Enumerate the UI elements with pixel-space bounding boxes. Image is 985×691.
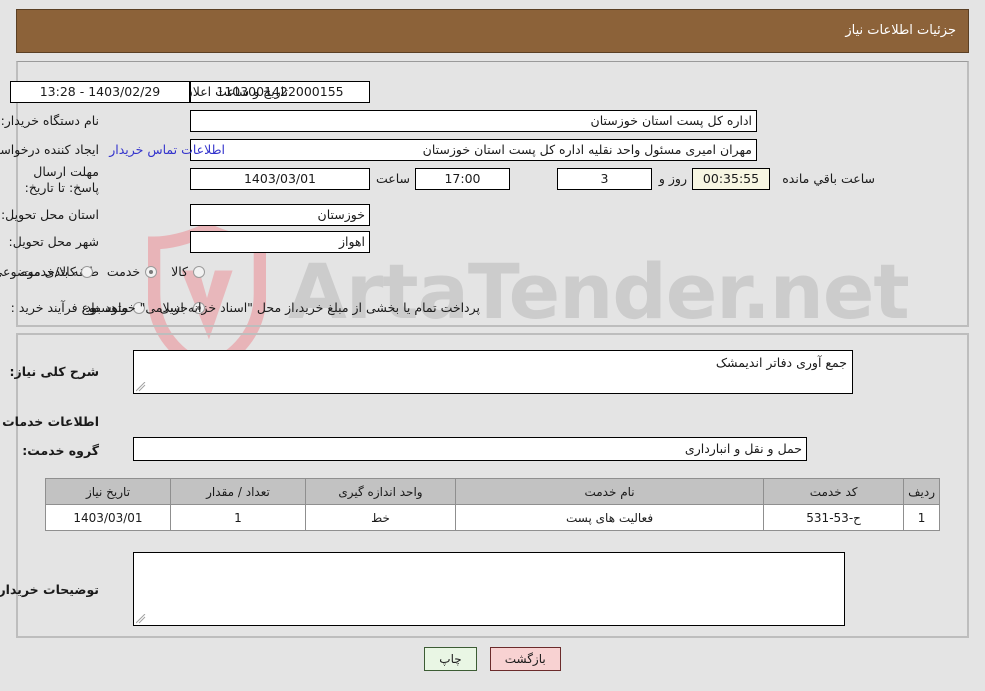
category-radio-group[interactable]: کالا خدمت کالا/خدمت xyxy=(7,261,205,280)
general-desc-value: جمع آوری دفاتر اندیمشک xyxy=(715,355,847,370)
cell-service-name: فعالیت های پست xyxy=(454,504,765,531)
general-desc-textarea[interactable]: جمع آوری دفاتر اندیمشک xyxy=(133,350,853,394)
cell-row: 1 xyxy=(903,504,940,531)
buyer-notes-textarea[interactable] xyxy=(133,552,845,626)
cell-quantity: 1 xyxy=(170,504,306,531)
category-option-0[interactable]: کالا xyxy=(171,264,205,279)
service-group-value: حمل و نقل و انبارداری xyxy=(133,437,807,461)
back-button[interactable]: بازگشت xyxy=(489,647,561,671)
deadline-hour-value: 17:00 xyxy=(415,168,510,190)
category-radio-0[interactable] xyxy=(193,265,205,278)
resize-grip-icon[interactable] xyxy=(136,382,146,392)
th-row: ردیف xyxy=(903,478,940,505)
category-option-2[interactable]: کالا/خدمت xyxy=(21,264,93,279)
category-option-1[interactable]: خدمت xyxy=(106,264,158,279)
services-table: ردیف کد خدمت نام خدمت واحد اندازه گیری ت… xyxy=(45,478,940,531)
remaining-days-label: روز و xyxy=(658,171,687,186)
print-button[interactable]: چاپ xyxy=(424,647,477,671)
remaining-days-value: 3 xyxy=(557,168,652,190)
category-radio-1-selected[interactable] xyxy=(145,265,158,278)
cell-service-code: ح-53-531 xyxy=(763,504,905,531)
delivery-city-label: شهر محل تحویل: xyxy=(8,234,99,249)
treasury-note: پرداخت تمام یا بخشی از مبلغ خرید،از محل … xyxy=(81,300,480,315)
buyer-notes-label: توضیحات خریدار: xyxy=(0,582,99,597)
footer-button-bar: بازگشت چاپ xyxy=(0,647,985,671)
requester-label: ایجاد کننده درخواست: xyxy=(0,142,99,157)
buyer-contact-link[interactable]: اطلاعات تماس خریدار xyxy=(109,142,225,157)
services-heading: اطلاعات خدمات مورد نیاز xyxy=(0,414,99,429)
buyer-org-value: اداره کل پست استان خوزستان xyxy=(190,110,757,132)
cell-need-date: 1403/03/01 xyxy=(45,504,171,531)
th-service-name: نام خدمت xyxy=(454,478,765,505)
th-service-code: کد خدمت xyxy=(763,478,905,505)
deadline-label: مهلت ارسال پاسخ: تا تاریخ: xyxy=(24,164,99,195)
page-root: ArtaTender.net جزئیات اطلاعات نیاز شماره… xyxy=(0,0,985,691)
delivery-province-value: خوزستان xyxy=(190,204,370,226)
delivery-province-label: استان محل تحویل: xyxy=(0,207,99,222)
th-need-date: تاریخ نیاز xyxy=(45,478,171,505)
delivery-city-value: اهواز xyxy=(190,231,370,253)
general-desc-label: شرح کلی نیاز: xyxy=(9,364,99,379)
remaining-time-label: ساعت باقي مانده xyxy=(782,171,875,186)
requester-value: مهران امیری مسئول واحد نقلیه اداره کل پس… xyxy=(190,139,757,161)
page-title: جزئیات اطلاعات نیاز xyxy=(845,23,956,38)
category-label-1: خدمت xyxy=(106,264,141,279)
cell-unit: خط xyxy=(305,504,456,531)
remaining-time-countdown: 00:35:55 xyxy=(692,168,770,190)
service-group-label: گروه خدمت: xyxy=(22,443,99,458)
page-header-bar: جزئیات اطلاعات نیاز xyxy=(16,9,969,53)
th-unit: واحد اندازه گیری xyxy=(305,478,456,505)
buyer-org-label: نام دستگاه خریدار: xyxy=(0,113,99,128)
resize-grip-icon[interactable] xyxy=(136,614,146,624)
category-label-2: کالا/خدمت xyxy=(21,264,76,279)
th-quantity: تعداد / مقدار xyxy=(170,478,306,505)
category-radio-2[interactable] xyxy=(80,265,93,278)
table-header-row: ردیف کد خدمت نام خدمت واحد اندازه گیری ت… xyxy=(45,478,940,505)
table-row: 1 ح-53-531 فعالیت های پست خط 1 1403/03/0… xyxy=(45,504,940,531)
deadline-date-value: 1403/03/01 xyxy=(190,168,370,190)
category-label-0: کالا xyxy=(171,264,188,279)
announce-datetime-value: 1403/02/29 - 13:28 xyxy=(10,81,190,103)
deadline-hour-label: ساعت xyxy=(375,171,410,186)
